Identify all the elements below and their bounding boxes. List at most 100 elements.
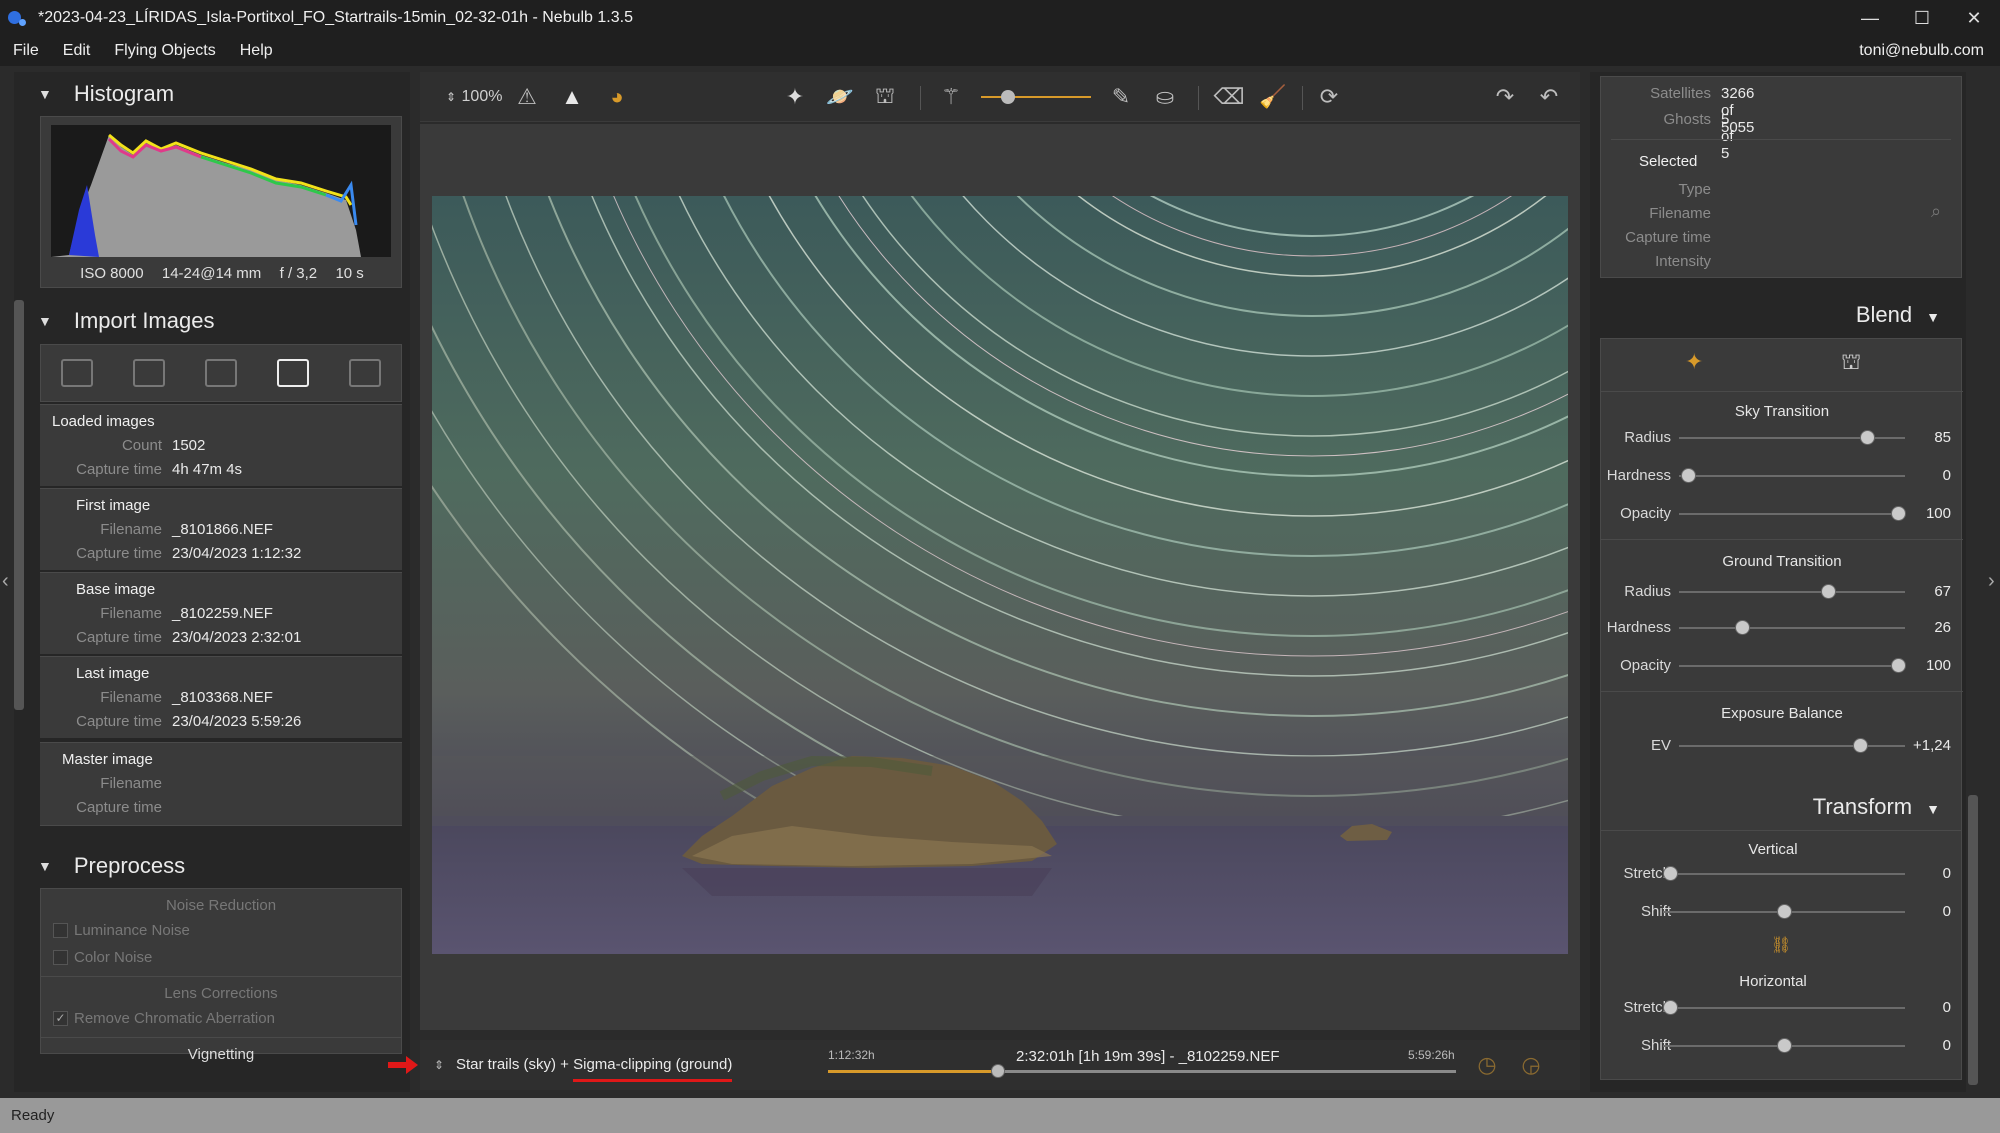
- horizontal-stretch-slider[interactable]: Stretch 0: [1601, 995, 1963, 1021]
- zoom-level[interactable]: 100%: [460, 82, 504, 112]
- ground-opacity-slider[interactable]: Opacity 100: [1601, 653, 1963, 679]
- slider-thumb[interactable]: [1859, 430, 1875, 445]
- blend-mode-label[interactable]: Star trails (sky) + Sigma-clipping (grou…: [456, 1056, 733, 1082]
- sky-radius-slider[interactable]: Radius 85: [1601, 425, 1963, 451]
- clock-reset-icon[interactable]: ◶: [1516, 1050, 1546, 1080]
- menu-flying-objects[interactable]: Flying Objects: [101, 42, 226, 60]
- slider-track[interactable]: [1679, 430, 1905, 445]
- slider-thumb[interactable]: [1891, 506, 1907, 521]
- link-icon[interactable]: ⛓: [1771, 935, 1791, 955]
- slider-track[interactable]: [1663, 1038, 1905, 1053]
- slider-thumb[interactable]: [1663, 866, 1679, 881]
- user-account[interactable]: toni@nebulb.com: [1859, 42, 1984, 60]
- slider-track[interactable]: [1679, 738, 1905, 753]
- slider-value: 67: [1934, 583, 1951, 600]
- horizontal-shift-slider[interactable]: Shift 0: [1601, 1033, 1963, 1059]
- luminance-noise-checkbox[interactable]: [53, 923, 68, 938]
- undo-icon[interactable]: ↶: [1534, 82, 1564, 112]
- import-images-icon[interactable]: [61, 359, 93, 387]
- brush-size-slider[interactable]: [976, 82, 1096, 112]
- slider-track[interactable]: [1679, 658, 1907, 673]
- magic-wand-icon[interactable]: ⚚: [936, 82, 966, 112]
- color-noise-checkbox[interactable]: [53, 950, 68, 965]
- count-label: Count: [121, 437, 162, 454]
- right-scrollbar[interactable]: [1968, 795, 1978, 1085]
- filename-label: Filename: [100, 521, 162, 538]
- histogram-header[interactable]: ▼ Histogram: [14, 74, 174, 114]
- timeline-start: 1:12:32h: [828, 1048, 875, 1062]
- chromatic-aberration-checkbox[interactable]: ✓: [53, 1011, 68, 1026]
- timeline-thumb[interactable]: [990, 1064, 1005, 1078]
- left-collapse-icon[interactable]: ‹: [2, 570, 9, 593]
- fill-bucket-icon[interactable]: ⛀: [1150, 82, 1180, 112]
- base-image-icon[interactable]: [277, 359, 309, 387]
- last-capture-row: Capture time 23/04/2023 5:59:26: [40, 713, 402, 735]
- vertical-shift-slider[interactable]: Shift 0: [1601, 899, 1963, 925]
- sky-mask-icon[interactable]: ✦: [1685, 349, 1703, 375]
- slider-thumb[interactable]: [1821, 584, 1837, 599]
- palette-icon[interactable]: ◕: [602, 82, 632, 112]
- menu-edit[interactable]: Edit: [50, 42, 102, 60]
- close-button[interactable]: ✕: [1948, 0, 2000, 36]
- left-scrollbar[interactable]: [14, 300, 24, 710]
- color-noise-row[interactable]: Color Noise: [53, 949, 401, 966]
- luminance-noise-row[interactable]: Luminance Noise: [53, 922, 401, 939]
- brush-icon[interactable]: ✎: [1106, 82, 1136, 112]
- vignetting-title[interactable]: Vignetting: [41, 1046, 401, 1063]
- histogram-box: ISO 8000 14-24@14 mm f / 3,2 10 s: [40, 116, 402, 288]
- transform-header[interactable]: Transform ▼: [1813, 794, 1940, 820]
- ground-radius-slider[interactable]: Radius 67: [1601, 579, 1963, 605]
- warning-filled-icon[interactable]: ▲: [557, 82, 587, 112]
- slider-thumb[interactable]: [1777, 1038, 1792, 1053]
- slider-track[interactable]: [1663, 866, 1905, 881]
- slider-thumb[interactable]: [1777, 904, 1792, 919]
- slider-track[interactable]: [1663, 904, 1905, 919]
- slider-label: EV: [1650, 737, 1671, 754]
- last-filename-value: _8103368.NEF: [172, 689, 273, 706]
- eraser-icon[interactable]: ⌫: [1213, 82, 1244, 112]
- slider-track[interactable]: [1663, 1000, 1905, 1015]
- clear-brush-icon[interactable]: 🧹: [1258, 82, 1288, 112]
- slider-thumb[interactable]: [1681, 468, 1697, 483]
- redo-icon[interactable]: ↷: [1490, 82, 1520, 112]
- preprocess-header[interactable]: ▼ Preprocess: [14, 846, 185, 886]
- mode-stepper-icon[interactable]: ⇕: [434, 1058, 444, 1072]
- locate-file-icon[interactable]: ⌕: [1931, 201, 1941, 222]
- blend-header[interactable]: Blend ▼: [1856, 302, 1940, 328]
- minimize-button[interactable]: —: [1844, 0, 1896, 36]
- chromatic-aberration-row[interactable]: ✓ Remove Chromatic Aberration: [53, 1010, 401, 1027]
- planet-icon[interactable]: 🪐: [825, 82, 855, 112]
- image-viewport[interactable]: [420, 124, 1580, 1030]
- clock-icon[interactable]: ◷: [1472, 1050, 1502, 1080]
- slider-value: 0: [1942, 999, 1951, 1016]
- sky-opacity-slider[interactable]: Opacity 100: [1601, 501, 1963, 527]
- vertical-stretch-slider[interactable]: Stretch 0: [1601, 861, 1963, 887]
- slider-thumb[interactable]: [1735, 620, 1751, 635]
- ev-slider[interactable]: EV +1,24: [1601, 733, 1963, 759]
- import-folder-icon[interactable]: [133, 359, 165, 387]
- slider-track[interactable]: [1679, 584, 1905, 599]
- warning-outline-icon[interactable]: ⚠: [512, 82, 542, 112]
- slider-track[interactable]: [1679, 468, 1905, 483]
- maximize-button[interactable]: ☐: [1896, 0, 1948, 36]
- import-sequence-icon[interactable]: [205, 359, 237, 387]
- ground-hardness-slider[interactable]: Hardness 26: [1601, 615, 1963, 641]
- slider-thumb[interactable]: [1663, 1000, 1679, 1015]
- sky-hardness-slider[interactable]: Hardness 0: [1601, 463, 1963, 489]
- slider-track[interactable]: [1679, 620, 1905, 635]
- master-image-icon[interactable]: [349, 359, 381, 387]
- import-header[interactable]: ▼ Import Images: [14, 301, 214, 341]
- ground-mask-icon[interactable]: ⛫: [1841, 349, 1861, 378]
- slider-thumb[interactable]: [1852, 738, 1868, 753]
- refresh-icon[interactable]: ⟳: [1314, 82, 1344, 112]
- stars-icon[interactable]: ✦: [780, 82, 810, 112]
- menu-file[interactable]: File: [0, 42, 50, 60]
- main-toolbar: ⇕ 100% ⚠ ▲ ◕ ✦ 🪐 ⛫ ⚚ ✎ ⛀ ⌫ 🧹 ⟳ ↷ ↶: [420, 72, 1580, 122]
- timeline-slider[interactable]: [828, 1064, 1456, 1078]
- tower-icon[interactable]: ⛫: [870, 82, 900, 112]
- slider-thumb[interactable]: [1891, 658, 1907, 673]
- slider-track[interactable]: [1679, 506, 1907, 521]
- right-collapse-icon[interactable]: ›: [1988, 570, 1995, 593]
- horizontal-title: Horizontal: [1739, 973, 1807, 990]
- menu-help[interactable]: Help: [227, 42, 284, 60]
